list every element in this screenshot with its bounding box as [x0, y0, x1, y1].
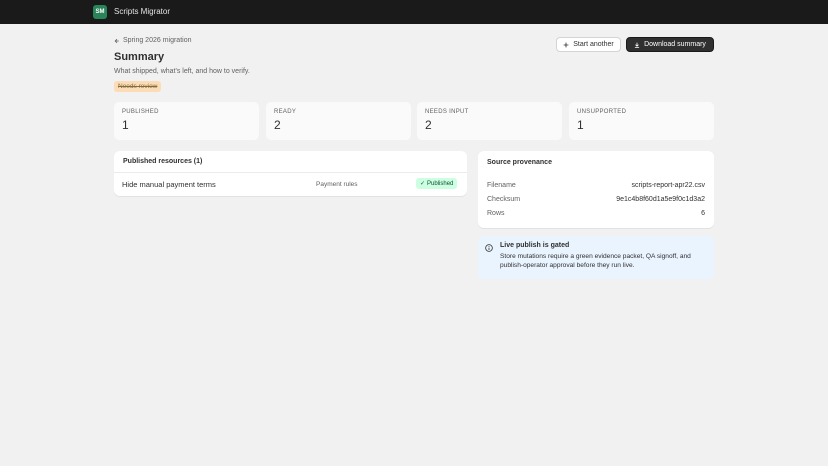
- provenance-label: Filename: [487, 182, 516, 189]
- stat-card-needs-input: NEEDS INPUT 2: [417, 102, 562, 140]
- stat-label: PUBLISHED: [122, 109, 159, 115]
- provenance-value: 6: [701, 210, 705, 217]
- provenance-row-rows: Rows 6: [487, 210, 705, 217]
- provenance-label: Rows: [487, 210, 505, 217]
- table-row[interactable]: Hide manual payment terms Payment rules …: [114, 173, 467, 196]
- stat-label: NEEDS INPUT: [425, 109, 469, 115]
- app-logo: SM: [93, 5, 107, 19]
- stat-card-ready: READY 2: [266, 102, 411, 140]
- info-banner: Live publish is gated Store mutations re…: [478, 236, 714, 279]
- stat-value: 2: [274, 118, 281, 132]
- back-link-label: Spring 2026 migration: [123, 37, 192, 44]
- stat-value: 1: [577, 118, 584, 132]
- status-badge-label: Published: [427, 180, 454, 187]
- page-title: Summary: [114, 51, 165, 63]
- provenance-row-checksum: Checksum 9e1c4b8f60d1a5e9f0c1d3a2: [487, 196, 705, 203]
- published-resources-card: Published resources (1) Hide manual paym…: [114, 151, 467, 196]
- stat-card-published: PUBLISHED 1: [114, 102, 259, 140]
- download-summary-label: Download summary: [644, 41, 706, 48]
- resource-name[interactable]: Hide manual payment terms: [122, 180, 216, 189]
- resource-type: Payment rules: [316, 181, 358, 188]
- stat-value: 2: [425, 118, 432, 132]
- back-link[interactable]: Spring 2026 migration: [114, 37, 192, 44]
- provenance-label: Checksum: [487, 196, 521, 203]
- banner-text: Store mutations require a green evidence…: [500, 253, 691, 270]
- plus-icon: [563, 42, 569, 47]
- start-another-label: Start another: [573, 41, 614, 48]
- review-badge: Needs review: [114, 81, 162, 92]
- stat-label: UNSUPPORTED: [577, 109, 627, 115]
- provenance-value: 9e1c4b8f60d1a5e9f0c1d3a2: [616, 196, 705, 203]
- source-provenance-title: Source provenance: [487, 158, 552, 166]
- stat-label: READY: [274, 109, 297, 115]
- stat-value: 1: [122, 118, 129, 132]
- app-title: Scripts Migrator: [114, 7, 171, 16]
- banner-title: Live publish is gated: [500, 242, 570, 249]
- source-provenance-card: Source provenance Filename scripts-repor…: [478, 151, 714, 228]
- download-icon: [634, 42, 640, 48]
- arrow-left-icon: [114, 38, 119, 43]
- top-bar: SM Scripts Migrator: [0, 0, 828, 24]
- published-resources-title: Published resources (1): [114, 151, 467, 173]
- provenance-value: scripts-report-apr22.csv: [631, 182, 705, 189]
- info-icon: [485, 244, 493, 252]
- status-badge: ✓ Published: [416, 178, 458, 189]
- start-another-button[interactable]: Start another: [556, 37, 621, 52]
- download-summary-button[interactable]: Download summary: [626, 37, 714, 52]
- stat-card-unsupported: UNSUPPORTED 1: [569, 102, 714, 140]
- provenance-row-filename: Filename scripts-report-apr22.csv: [487, 182, 705, 189]
- page-subtitle: What shipped, what's left, and how to ve…: [114, 68, 250, 75]
- check-icon: ✓: [420, 181, 426, 187]
